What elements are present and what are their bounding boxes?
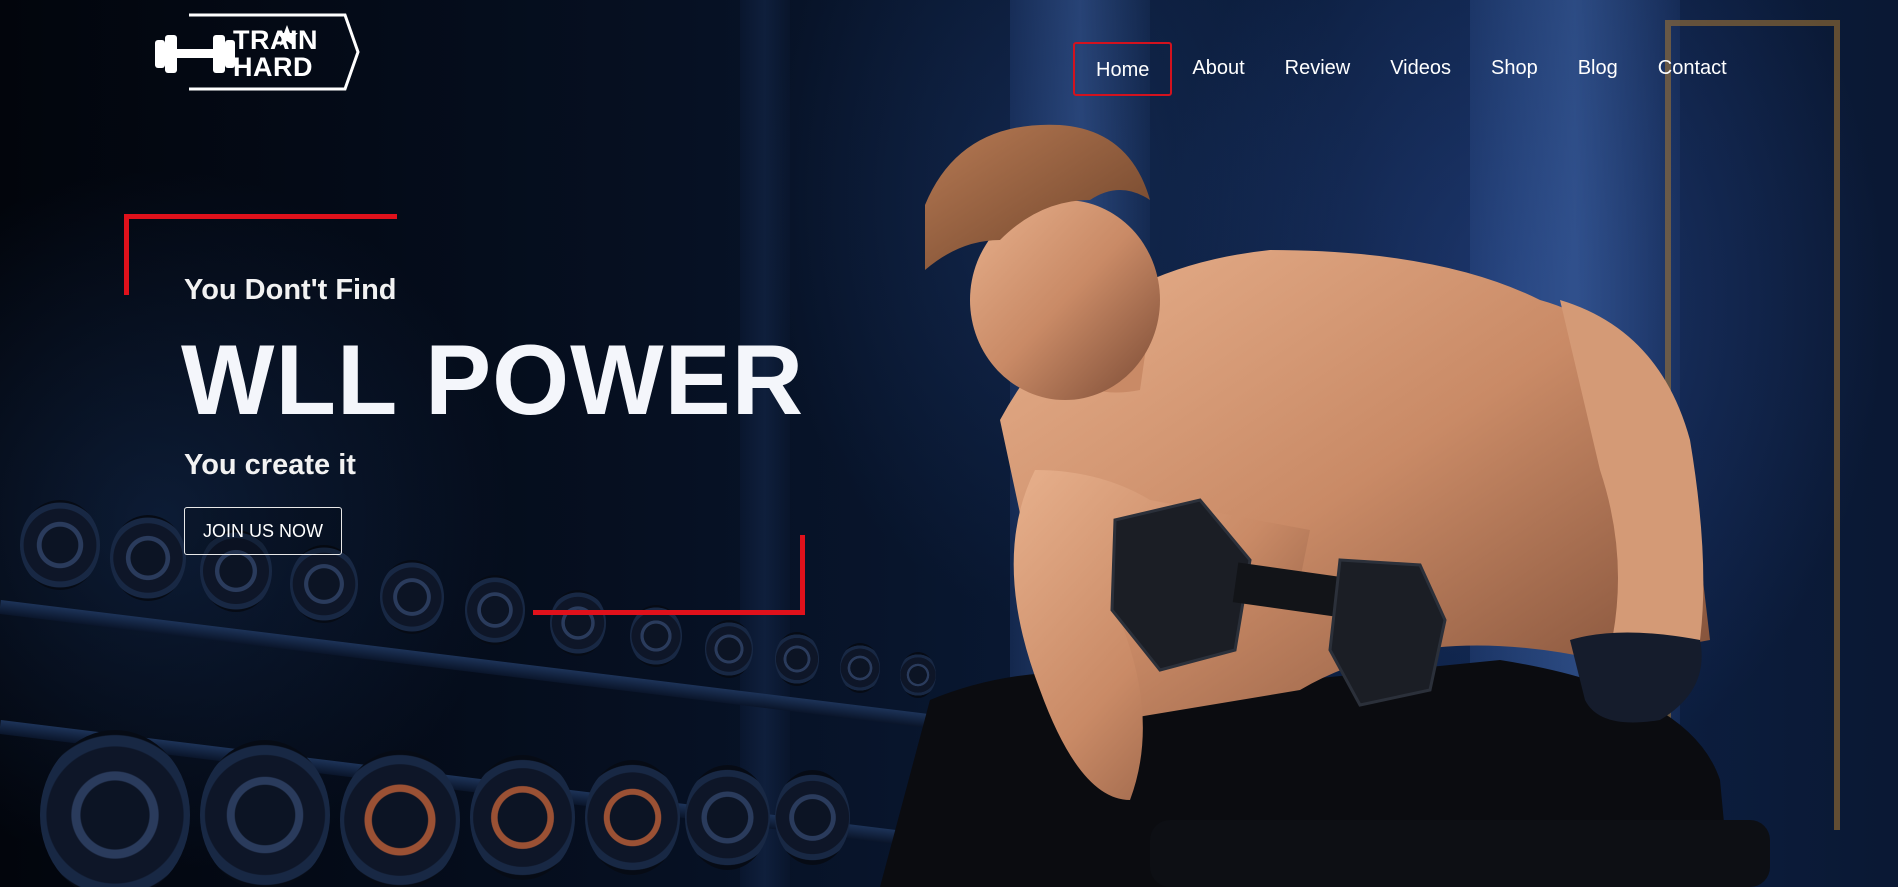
hero-frame-corner-top-left	[124, 214, 129, 295]
athlete-illustration	[880, 124, 1770, 887]
brand-logo[interactable]: TRAIN HARD	[155, 13, 360, 91]
dumbbell-icon	[155, 35, 235, 73]
nav-review[interactable]: Review	[1265, 42, 1371, 96]
nav-blog[interactable]: Blog	[1558, 42, 1638, 96]
athlete-image	[0, 0, 1898, 887]
hero-title: WLL POWER	[181, 324, 805, 435]
nav-contact[interactable]: Contact	[1638, 42, 1747, 96]
logo-wordmark: TRAIN HARD	[233, 27, 318, 81]
hero-frame-corner-top-left	[124, 214, 397, 219]
nav-about[interactable]: About	[1172, 42, 1264, 96]
logo-line-2: HARD	[233, 52, 313, 82]
nav-videos[interactable]: Videos	[1370, 42, 1471, 96]
nav-shop[interactable]: Shop	[1471, 42, 1558, 96]
logo-line-1: TRAIN	[233, 25, 318, 55]
hero-tagline: You create it	[184, 449, 356, 481]
nav-home[interactable]: Home	[1073, 42, 1173, 96]
main-navigation: Home About Review Videos Shop Blog Conta…	[1073, 42, 1747, 96]
hero-frame-corner-bottom-right	[533, 610, 805, 615]
hero-subtitle: You Dont't Find	[184, 274, 397, 306]
join-us-button[interactable]: JOIN US NOW	[184, 507, 342, 555]
hero-frame-corner-bottom-right	[800, 535, 805, 615]
